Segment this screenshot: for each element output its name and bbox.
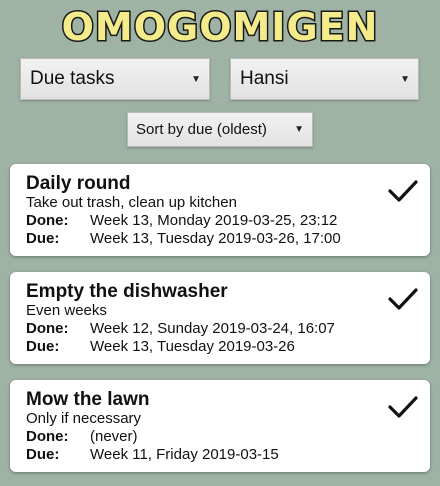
task-description: Take out trash, clean up kitchen (26, 194, 237, 211)
app-logo: OMOGOMIGEN (0, 2, 440, 51)
checkmark-icon[interactable] (388, 178, 418, 204)
checkmark-icon[interactable] (388, 394, 418, 420)
sort-select-value: Sort by due (oldest) (136, 121, 267, 138)
task-due-value: Week 11, Friday 2019-03-15 (90, 446, 279, 463)
task-due-row: Due: Week 11, Friday 2019-03-15 (26, 446, 414, 464)
dropdown-arrow-icon: ▼ (294, 124, 304, 135)
done-label: Done: (26, 212, 69, 229)
task-card: Daily round Take out trash, clean up kit… (10, 164, 430, 256)
due-label: Due: (26, 338, 60, 355)
task-due-row: Due: Week 13, Tuesday 2019-03-26, 17:00 (26, 230, 414, 248)
task-due-row: Due: Week 13, Tuesday 2019-03-26 (26, 338, 414, 356)
task-due-value: Week 13, Tuesday 2019-03-26 (90, 338, 295, 355)
due-label: Due: (26, 446, 60, 463)
task-done-row: Done: Week 12, Sunday 2019-03-24, 16:07 (26, 320, 414, 338)
task-title: Daily round (26, 173, 131, 194)
done-label: Done: (26, 428, 69, 445)
task-done-value: Week 13, Monday 2019-03-25, 23:12 (90, 212, 338, 229)
logo-image: OMOGOMIGEN (60, 4, 379, 51)
task-card: Empty the dishwasher Even weeks Done: We… (10, 272, 430, 364)
dropdown-arrow-icon: ▼ (191, 73, 201, 85)
user-select[interactable]: Hansi ▼ (230, 58, 419, 100)
task-done-value: (never) (90, 428, 138, 445)
sort-select[interactable]: Sort by due (oldest) ▼ (127, 112, 313, 147)
task-description: Even weeks (26, 302, 107, 319)
task-done-row: Done: (never) (26, 428, 414, 446)
task-card: Mow the lawn Only if necessary Done: (ne… (10, 380, 430, 472)
checkmark-icon[interactable] (388, 286, 418, 312)
task-done-row: Done: Week 13, Monday 2019-03-25, 23:12 (26, 212, 414, 230)
task-title: Empty the dishwasher (26, 281, 228, 302)
due-label: Due: (26, 230, 60, 247)
done-label: Done: (26, 320, 69, 337)
task-list-select[interactable]: Due tasks ▼ (20, 58, 210, 100)
task-title: Mow the lawn (26, 389, 150, 410)
task-description: Only if necessary (26, 410, 142, 427)
dropdown-arrow-icon: ▼ (400, 73, 410, 85)
task-done-value: Week 12, Sunday 2019-03-24, 16:07 (90, 320, 335, 337)
task-due-value: Week 13, Tuesday 2019-03-26, 17:00 (90, 230, 341, 247)
task-list-select-value: Due tasks (30, 68, 115, 89)
logo-text: OMOGOMIGEN (62, 5, 379, 49)
user-select-value: Hansi (240, 68, 289, 89)
app-root: OMOGOMIGEN Due tasks ▼ Hansi ▼ Sort by d… (0, 0, 440, 486)
